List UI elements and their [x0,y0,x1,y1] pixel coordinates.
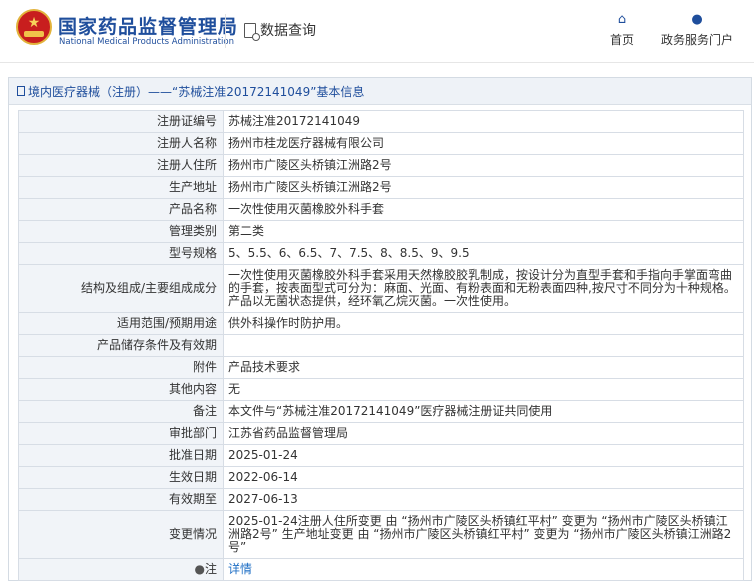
panel-title-bar: 境内医疗器械（注册）——“苏械注准20172141049”基本信息 [9,78,751,105]
row-value: 2025-01-24 [223,444,744,467]
info-row: 注册人名称 扬州市桂龙医疗器械有限公司 [18,132,744,155]
row-key: 批准日期 [18,444,224,467]
row-key: 结构及组成/主要组成成分 [18,264,224,313]
brand-title: 国家药品监督管理局 [58,16,239,38]
info-row: 型号规格 5、5.5、6、6.5、7、7.5、8、8.5、9、9.5 [18,242,744,265]
row-key: 生产地址 [18,176,224,199]
details-link[interactable]: 详情 [228,562,252,576]
brand-subtitle: National Medical Products Administration [59,37,234,47]
info-row: 其他内容无 [18,378,744,401]
row-key: 备注 [18,400,224,423]
info-row: 生产地址 扬州市广陵区头桥镇江洲路2号 [18,176,744,199]
row-key: 产品储存条件及有效期 [18,334,224,357]
row-key: 产品名称 [18,198,224,221]
row-value: 产品技术要求 [223,356,744,379]
row-value: 一次性使用灭菌橡胶外科手套 [223,198,744,221]
row-value: 一次性使用灭菌橡胶外科手套采用天然橡胶胶乳制成，按设计分为直型手套和手指向手掌面… [223,264,744,313]
info-row: 适用范围/预期用途 供外科操作时防护用。 [18,312,744,335]
row-value: 扬州市广陵区头桥镇江洲路2号 [223,154,744,177]
row-value: 2025-01-24注册人住所变更 由 “扬州市广陵区头桥镇红平村” 变更为 “… [223,510,744,559]
info-row: 备注 本文件与“苏械注准20172141049”医疗器械注册证共同使用 [18,400,744,423]
home-icon: ⌂ [617,12,627,27]
row-value: 2022-06-14 [223,466,744,489]
document-icon [17,86,25,96]
info-row: 生效日期 2022-06-14 [18,466,744,489]
info-row: 变更情况 2025-01-24注册人住所变更 由 “扬州市广陵区头桥镇红平村” 变… [18,510,744,559]
row-value: 扬州市桂龙医疗器械有限公司 [223,132,744,155]
panel-title: 境内医疗器械（注册）——“苏械注准20172141049”基本信息 [28,84,365,99]
data-query-link[interactable]: 数据查询 [244,20,316,41]
info-row: 审批部门 江苏省药品监督管理局 [18,422,744,445]
row-key: 注册证编号 [18,110,224,133]
info-row: ●注 详情 [18,558,744,581]
row-value: 供外科操作时防护用。 [223,312,744,335]
header-divider [225,14,226,48]
user-icon: ● [691,12,703,27]
data-query-label: 数据查询 [260,23,316,39]
nav-service-portal[interactable]: ● 政务服务门户 [660,13,734,48]
row-value [223,334,744,357]
info-row: 附件 产品技术要求 [18,356,744,379]
row-key-label: 注 [204,562,217,576]
site-header: ★ 国家药品监督管理局 National Medical Products Ad… [0,0,754,63]
row-key: 附件 [18,356,224,379]
nav-home-label: 首页 [609,33,634,47]
row-key: 审批部门 [18,422,224,445]
info-row: 产品储存条件及有效期 [18,334,744,357]
row-value: 苏械注准20172141049 [223,110,744,133]
info-row: 结构及组成/主要组成成分 一次性使用灭菌橡胶外科手套采用天然橡胶胶乳制成，按设计分… [18,264,744,313]
info-table: 注册证编号 苏械注准20172141049 注册人名称 扬州市桂龙医疗器械有限公司 注册… [18,110,744,581]
info-row: 有效期至 2027-06-13 [18,488,744,511]
info-row: 产品名称 一次性使用灭菌橡胶外科手套 [18,198,744,221]
row-key: 适用范围/预期用途 [18,312,224,335]
info-row: 管理类别 第二类 [18,220,744,243]
row-value: 第二类 [223,220,744,243]
row-value: 本文件与“苏械注准20172141049”医疗器械注册证共同使用 [223,400,744,423]
row-value: 江苏省药品监督管理局 [223,422,744,445]
row-value: 无 [223,378,744,401]
pin-icon: ● [194,562,205,576]
row-value: 详情 [223,558,744,581]
national-emblem-logo: ★ [16,9,52,45]
info-row: 注册人住所 扬州市广陵区头桥镇江洲路2号 [18,154,744,177]
row-value: 扬州市广陵区头桥镇江洲路2号 [223,176,744,199]
row-key: 生效日期 [18,466,224,489]
row-key: 注册人名称 [18,132,224,155]
nav-portal-label: 政务服务门户 [660,33,733,47]
document-search-icon [244,22,260,41]
row-key: 变更情况 [18,510,224,559]
row-key: ●注 [18,558,224,581]
row-key: 型号规格 [18,242,224,265]
nav-home[interactable]: ⌂ 首页 [605,13,639,48]
info-row: 注册证编号 苏械注准20172141049 [18,110,744,133]
row-key: 管理类别 [18,220,224,243]
row-key: 注册人住所 [18,154,224,177]
info-row: 批准日期 2025-01-24 [18,444,744,467]
row-key: 有效期至 [18,488,224,511]
row-value: 2027-06-13 [223,488,744,511]
row-value: 5、5.5、6、6.5、7、7.5、8、8.5、9、9.5 [223,242,744,265]
row-key: 其他内容 [18,378,224,401]
